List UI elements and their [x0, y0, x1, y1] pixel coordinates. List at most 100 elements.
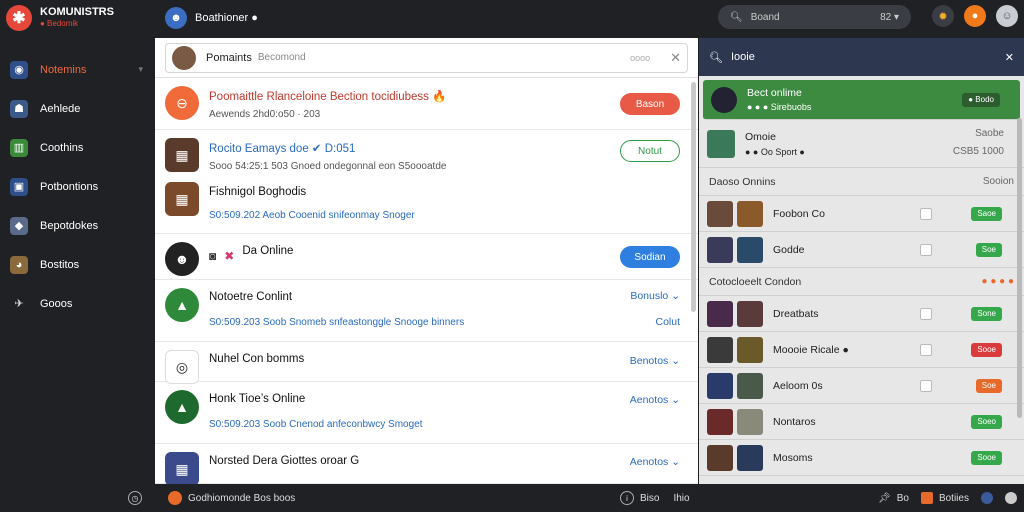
- status-badge[interactable]: Sone: [971, 306, 1002, 321]
- user-avatar[interactable]: ☺: [996, 5, 1018, 27]
- search-shortcut: 82 ▾: [880, 11, 899, 23]
- dog-icon: ◕: [10, 255, 28, 274]
- bottom-center-a: Biso: [640, 492, 660, 504]
- item-link[interactable]: Colut: [655, 316, 680, 328]
- status-badge[interactable]: Sooe: [971, 450, 1002, 465]
- status-badge[interactable]: Saoe: [971, 206, 1002, 221]
- pin-icon: 📌︎: [878, 492, 891, 504]
- channel-header[interactable]: ☻ Boathioner ●: [165, 7, 258, 29]
- list-item[interactable]: ▲ Notoetre Conlint S0:509.203 Soob Snome…: [155, 280, 698, 342]
- notifications-icon[interactable]: ✹: [932, 5, 954, 27]
- item-dropdown[interactable]: Bonuslo ⌄: [630, 290, 680, 302]
- global-search[interactable]: 🔍︎ Boand 82 ▾: [718, 5, 911, 29]
- section-action[interactable]: Sooion: [983, 176, 1014, 187]
- avatar: ▲: [165, 288, 199, 322]
- item-title: Moooie Ricale ●: [773, 343, 849, 356]
- checkbox[interactable]: [920, 207, 932, 220]
- status-badge[interactable]: Soeo: [971, 414, 1002, 429]
- checkbox[interactable]: [920, 343, 932, 356]
- scrollbar[interactable]: [1017, 118, 1022, 418]
- game-thumbnail: [737, 200, 763, 227]
- status-icon[interactable]: ●: [964, 5, 986, 27]
- logo-area[interactable]: ✱ KOMUNISTRS ● Bedomik: [0, 5, 155, 31]
- game-thumbnail: [737, 408, 763, 435]
- bottom-center[interactable]: i Biso Ihio: [620, 491, 690, 505]
- item-action-button[interactable]: Bason: [620, 93, 680, 115]
- list-item[interactable]: ▦ Norsted Dera Giottes oroar G Aenotos ⌄: [155, 444, 698, 484]
- sidebar-item-label: Gooos: [40, 297, 73, 310]
- bottom-center-b: Ihio: [673, 492, 690, 504]
- right-search[interactable]: 🔍︎ Iooie ✕: [699, 38, 1024, 76]
- game-thumbnail: [737, 444, 763, 471]
- list-item[interactable]: Mosoms Sooe: [699, 440, 1024, 476]
- left-sidebar: ◉ Notemins ▾ ☗ Aehlede ▥ Coothins ▣ Potb…: [0, 36, 155, 484]
- bottom-status[interactable]: Godhiomonde Bos boos: [168, 491, 295, 505]
- status-badge[interactable]: Sooe: [971, 342, 1002, 357]
- pinned-item[interactable]: Bect onlime ● ● ● Sirebuobs ● Bodo: [703, 80, 1020, 120]
- app-name: KOMUNISTRS: [40, 6, 114, 18]
- avatar: ☻: [165, 242, 199, 276]
- users-icon: ☗: [10, 99, 28, 118]
- more-dots[interactable]: oooo: [630, 53, 650, 63]
- badge-icon: [980, 492, 993, 504]
- toggle-icon: ⊖: [165, 86, 199, 120]
- item-action-button[interactable]: Sodian: [620, 246, 680, 268]
- plane-icon: ✈: [14, 298, 24, 310]
- list-item[interactable]: Foobon Co Saoe: [699, 196, 1024, 232]
- status-badge[interactable]: Soe: [975, 378, 1002, 393]
- status-badge[interactable]: Soe: [975, 242, 1002, 257]
- pinned-title: Bect onlime: [747, 87, 802, 99]
- item-dropdown[interactable]: Benotos ⌄: [630, 355, 680, 367]
- item-dropdown[interactable]: Aenotos ⌄: [630, 456, 680, 468]
- list-item[interactable]: Nontaros Soeo: [699, 404, 1024, 440]
- list-item[interactable]: ⊖ Poomaittle Rlanceloine Bection tocidiu…: [155, 78, 698, 130]
- bottom-right[interactable]: 📌︎ Bo Botiies: [878, 492, 1017, 504]
- game-thumbnail: [707, 408, 733, 435]
- item-action-button[interactable]: Notut: [620, 140, 680, 162]
- pinned-tag[interactable]: ● Bodo: [962, 92, 1000, 107]
- sidebar-item-bepotdokes[interactable]: ◆ Bepotdokes: [0, 206, 155, 245]
- sidebar-item-bostitos[interactable]: ◕ Bostitos: [0, 245, 155, 284]
- bottom-bar: ◷ Godhiomonde Bos boos i Biso Ihio 📌︎ Bo…: [0, 484, 1024, 512]
- sidebar-item-coothins[interactable]: ▥ Coothins: [0, 128, 155, 167]
- item-meta: Sooo 54:25:1 503 Gnoed ondegonnal eon S5…: [209, 161, 447, 172]
- list-item[interactable]: Omoie ● ● Oo Sport ● Saobe CSB5 1000: [699, 120, 1024, 168]
- section-title: Daoso Onnins: [709, 175, 776, 188]
- sidebar-item-notemins[interactable]: ◉ Notemins ▾: [0, 50, 155, 89]
- list-item[interactable]: ▲ Honk Tioe’s Online S0:509.203 Soob Cne…: [155, 382, 698, 444]
- list-item[interactable]: ◎ Nuhel Con bomms Benotos ⌄: [155, 342, 698, 384]
- sidebar-item-potbontions[interactable]: ▣ Potbontions: [0, 167, 155, 206]
- feed-header-box[interactable]: Pomaints Becomond oooo ✕: [165, 42, 688, 73]
- item-title: Notoetre Conlint: [209, 291, 293, 303]
- user-avatar[interactable]: [1004, 492, 1017, 504]
- list-item[interactable]: ☻ ◙ ✖ Da Online Sodian: [155, 234, 698, 280]
- list-item[interactable]: Dreatbats Sone: [699, 296, 1024, 332]
- scrollbar[interactable]: [691, 82, 696, 312]
- list-item[interactable]: ▦ ▦ Rocito Eamays doe ✔ D:051 Sooo 54:25…: [155, 130, 698, 234]
- game-thumbnail: ▦: [165, 452, 199, 484]
- item-title: Nuhel Con bomms: [209, 353, 305, 365]
- close-icon[interactable]: ✕: [1005, 51, 1014, 64]
- list-item[interactable]: Godde Soe: [699, 232, 1024, 268]
- pinned-sub: ● ● ● Sirebuobs: [747, 102, 812, 112]
- item-dropdown[interactable]: Aenotos ⌄: [630, 394, 680, 406]
- right-search-input[interactable]: Iooie: [731, 51, 1005, 63]
- main-feed: Pomaints Becomond oooo ✕ ⊖ Poomaittle Rl…: [155, 38, 698, 484]
- sidebar-item-gooos[interactable]: ✈ Gooos: [0, 284, 155, 323]
- game-thumbnail: [737, 372, 763, 399]
- search-input[interactable]: Boand: [751, 12, 880, 23]
- tag-icon: ◆: [10, 216, 28, 235]
- sidebar-item-label: Aehlede: [40, 102, 81, 115]
- game-thumbnail: [707, 336, 733, 363]
- close-icon[interactable]: ✕: [670, 50, 681, 66]
- item-title: Omoie: [745, 130, 776, 143]
- checkbox[interactable]: [920, 379, 932, 392]
- checkbox[interactable]: [920, 243, 932, 256]
- history-icon[interactable]: ◷: [128, 491, 142, 505]
- filter-icons[interactable]: ● ● ● ●: [982, 276, 1015, 287]
- sidebar-item-aehlede[interactable]: ☗ Aehlede: [0, 89, 155, 128]
- item-meta: S0:509.203 Soob Snomeb snfeastonggle Sno…: [209, 317, 465, 328]
- list-item[interactable]: Aeloom 0s Soe: [699, 368, 1024, 404]
- list-item[interactable]: Moooie Ricale ● Sooe: [699, 332, 1024, 368]
- checkbox[interactable]: [920, 307, 932, 320]
